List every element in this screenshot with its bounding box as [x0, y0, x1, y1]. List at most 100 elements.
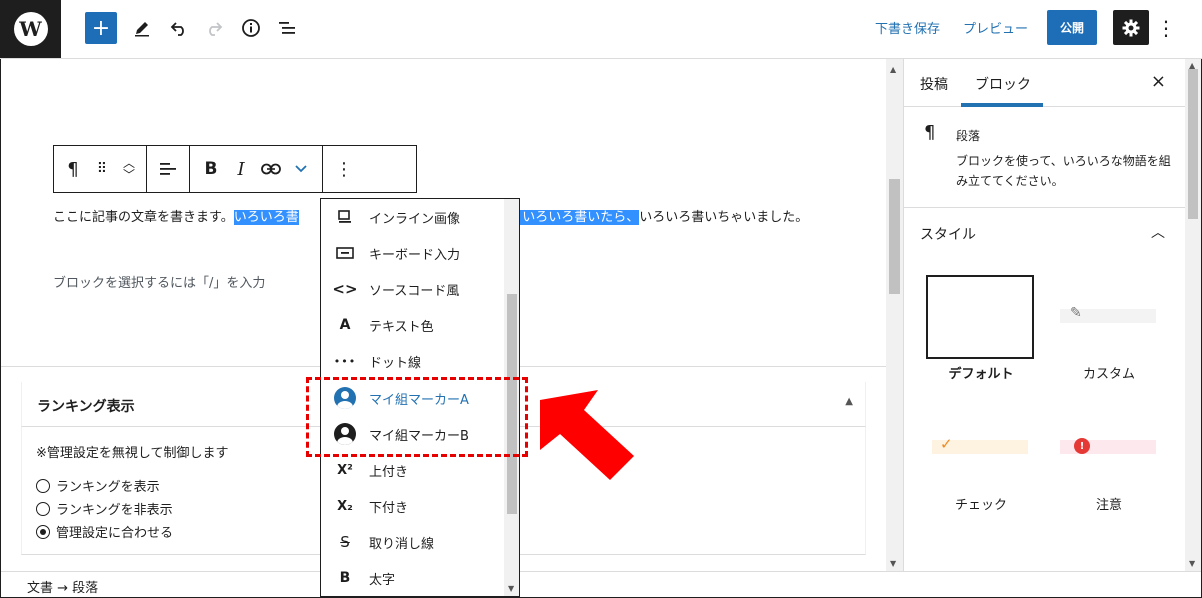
radio-button-checked[interactable] — [36, 524, 50, 539]
close-icon[interactable]: × — [1151, 71, 1166, 92]
more-menu-button[interactable]: ⋮ — [1156, 14, 1176, 42]
paragraph-text-after: いろいろ書いちゃいました。 — [639, 210, 809, 225]
publish-button[interactable]: 公開 — [1047, 10, 1097, 45]
pencil-icon: ✎ — [1070, 305, 1082, 321]
drag-handle-icon[interactable]: ⠿ — [88, 149, 116, 189]
undo-button[interactable] — [165, 12, 193, 44]
paragraph-icon: ¶ — [924, 122, 936, 143]
preview-button[interactable]: プレビュー — [963, 18, 1028, 37]
block-placeholder[interactable]: ブロックを選択するには「/」を入力 — [53, 272, 265, 291]
menu-item-subscript[interactable]: X₂ 下付き — [321, 488, 505, 524]
italic-button[interactable]: I — [226, 149, 256, 189]
text-color-icon: A — [339, 317, 351, 333]
menu-item-dotted-line[interactable]: ••• ドット線 — [321, 343, 505, 379]
wordpress-icon: W — [13, 12, 48, 46]
menu-item-label: 下付き — [369, 500, 409, 516]
block-card-title: 段落 — [956, 129, 981, 143]
style-label: デフォルト — [948, 367, 1014, 382]
undo-icon — [170, 22, 184, 36]
scrollbar-thumb[interactable] — [1188, 69, 1198, 219]
block-toolbar: ¶ ⠿ ︿ ﹀ B I ⋮ — [53, 145, 417, 193]
metabox-note: ※管理設定を無視して制御します — [36, 446, 229, 461]
settings-button[interactable] — [1113, 10, 1149, 45]
paragraph-icon[interactable]: ¶ — [58, 149, 88, 189]
menu-item-keyboard[interactable]: キーボード入力 — [321, 235, 505, 271]
redo-button[interactable] — [200, 12, 228, 44]
bold-button[interactable]: B — [196, 149, 226, 189]
align-button[interactable] — [153, 149, 183, 189]
style-check[interactable]: ✓ チェック — [926, 434, 1036, 524]
style-preview-custom: ✎ — [1060, 305, 1156, 323]
link-icon — [261, 163, 281, 175]
block-card-description: ブロックを使って、いろいろな物語を組み立ててください。 — [956, 154, 1171, 188]
image-icon — [321, 210, 369, 224]
wordpress-logo[interactable]: W — [0, 0, 61, 58]
menu-item-strikethrough[interactable]: S 取り消し線 — [321, 524, 505, 560]
chevron-up-icon[interactable]: ︿ — [1151, 222, 1165, 242]
active-tab-indicator — [961, 103, 1043, 107]
style-custom[interactable]: ✎ カスタム — [1054, 275, 1164, 385]
radio-label: ランキングを表示 — [56, 480, 160, 495]
style-caution[interactable]: ! 注意 — [1054, 434, 1164, 524]
add-block-button[interactable]: + — [85, 12, 117, 44]
chevron-down-icon — [295, 165, 307, 173]
scrollbar-thumb[interactable] — [889, 179, 900, 294]
menu-item-superscript[interactable]: X² 上付き — [321, 452, 505, 488]
chevron-down-icon[interactable]: ﹀ — [123, 169, 135, 181]
align-left-icon — [160, 163, 176, 175]
menu-item-label: ソースコード風 — [369, 283, 460, 299]
sidebar-scrollbar[interactable]: ▲ ▼ — [1185, 59, 1201, 571]
styles-panel-title[interactable]: スタイル — [920, 224, 976, 244]
style-label: カスタム — [1082, 367, 1135, 382]
style-label: 注意 — [1095, 498, 1122, 513]
editor-scrollbar[interactable]: ▲ ▼ — [886, 59, 903, 571]
keyboard-icon — [321, 247, 369, 259]
list-view-icon — [279, 22, 295, 34]
scroll-down-arrow-icon[interactable]: ▼ — [890, 559, 896, 568]
style-preview-caution: ! — [1060, 438, 1156, 454]
style-label: チェック — [954, 498, 1007, 513]
collapse-triangle-icon[interactable]: ▲ — [845, 396, 853, 407]
outline-button[interactable] — [273, 12, 301, 44]
radio-button[interactable] — [36, 478, 50, 493]
move-up-down-button[interactable]: ︿ ﹀ — [116, 149, 142, 189]
menu-item-source-code[interactable]: <> ソースコード風 — [321, 271, 505, 307]
radio-follow-admin[interactable]: 管理設定に合わせる — [36, 522, 173, 541]
block-breadcrumb[interactable]: 文書 → 段落 — [27, 577, 98, 596]
radio-label: ランキングを非表示 — [56, 503, 173, 518]
block-card: ¶ 段落 ブロックを使って、いろいろな物語を組み立ててください。 — [904, 108, 1186, 208]
radio-button[interactable] — [36, 501, 50, 516]
top-toolbar: W + 下書き保存 プレビュー 公開 ⋮ — [0, 0, 1202, 59]
menu-item-label: キーボード入力 — [369, 247, 461, 263]
tab-block[interactable]: ブロック — [975, 74, 1031, 94]
link-button[interactable] — [256, 149, 286, 189]
settings-sidebar: 投稿 ブロック × ¶ 段落 ブロックを使って、いろいろな物語を組み立ててくださ… — [903, 59, 1186, 571]
save-draft-button[interactable]: 下書き保存 — [875, 18, 940, 37]
menu-item-label: インライン画像 — [369, 211, 461, 227]
annotation-highlight-box — [306, 377, 528, 457]
menu-item-text-color[interactable]: A テキスト色 — [321, 307, 505, 343]
style-default[interactable]: デフォルト — [926, 275, 1036, 385]
more-formats-button[interactable] — [286, 149, 316, 189]
style-preview-check: ✓ — [932, 435, 1028, 454]
edit-tool-button[interactable] — [128, 12, 156, 44]
info-icon — [242, 19, 260, 37]
strikethrough-icon: S — [340, 533, 350, 551]
scroll-up-arrow-icon[interactable]: ▲ — [890, 65, 896, 74]
menu-item-bold[interactable]: B 太字 — [321, 560, 505, 596]
scroll-down-arrow-icon[interactable]: ▼ — [1189, 559, 1195, 568]
sidebar-tabs: 投稿 ブロック × — [904, 59, 1186, 107]
superscript-icon: X² — [337, 462, 353, 478]
details-button[interactable] — [237, 12, 265, 44]
redo-icon — [209, 22, 223, 36]
block-options-button[interactable]: ⋮ — [329, 149, 359, 189]
tab-post[interactable]: 投稿 — [920, 74, 948, 94]
menu-item-inline-image[interactable]: インライン画像 — [321, 199, 505, 235]
code-icon: <> — [332, 280, 358, 298]
subscript-icon: X₂ — [337, 498, 353, 514]
radio-show-ranking[interactable]: ランキングを表示 — [36, 476, 160, 495]
alert-icon: ! — [1074, 438, 1090, 454]
scroll-down-arrow-icon[interactable]: ▼ — [508, 584, 514, 593]
radio-hide-ranking[interactable]: ランキングを非表示 — [36, 499, 173, 518]
dots-icon: ••• — [333, 354, 357, 368]
